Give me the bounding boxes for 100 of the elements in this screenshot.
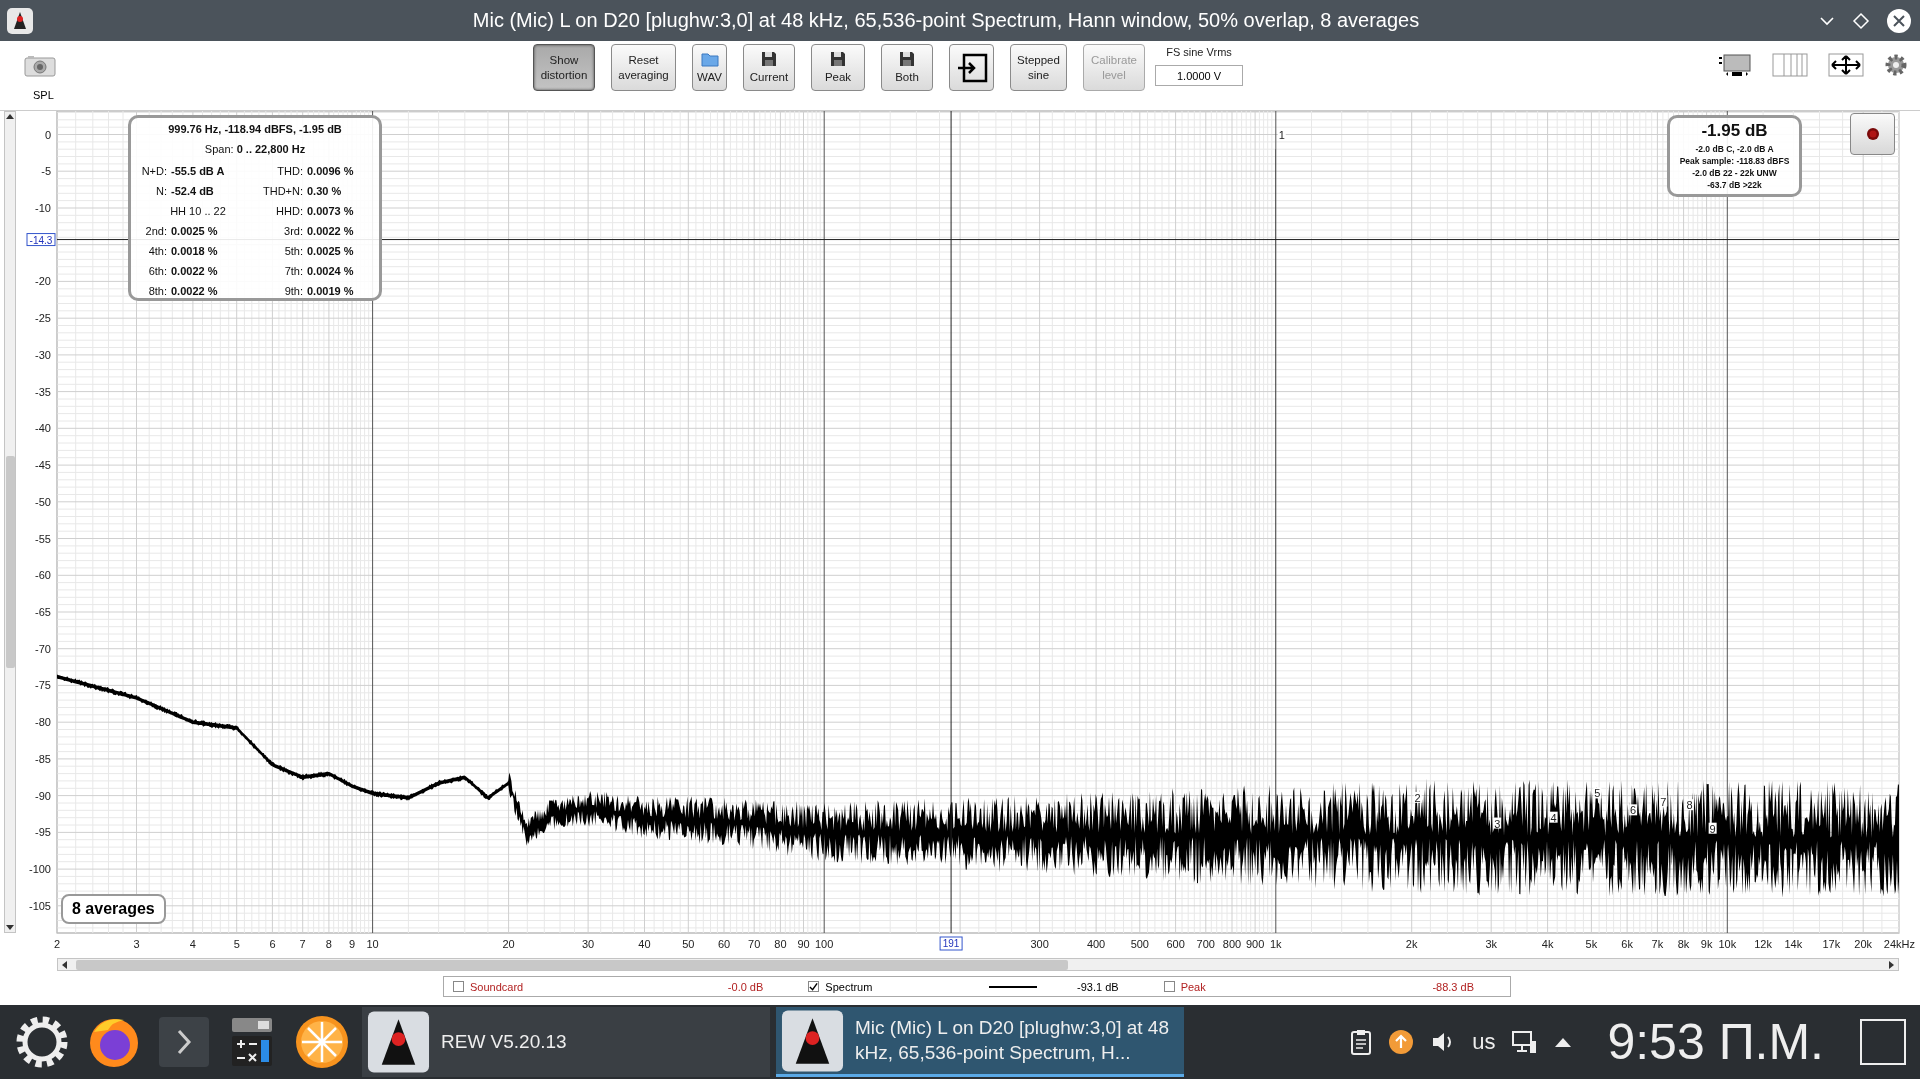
- axis-label: 3k: [1485, 938, 1497, 950]
- camera-icon[interactable]: [24, 55, 56, 77]
- measurement-label: N+D:: [140, 164, 168, 179]
- measurement-label: 5th:: [283, 244, 304, 259]
- record-icon: [1865, 127, 1880, 141]
- measurement-value: 0.0025 %: [307, 244, 355, 259]
- update-icon[interactable]: [1388, 1029, 1415, 1055]
- cursor-readout: 191: [939, 936, 963, 951]
- scrollbar-thumb[interactable]: [76, 959, 1068, 970]
- clock[interactable]: 9:53 П.М.: [1607, 1013, 1824, 1071]
- checkbox[interactable]: [453, 981, 464, 992]
- vertical-scrollbar[interactable]: [4, 111, 16, 933]
- measurement-value: 0.0096 %: [307, 164, 355, 179]
- measurement-value: 0.0073 %: [307, 204, 355, 219]
- checkbox[interactable]: [808, 981, 820, 992]
- measurement-header: 999.76 Hz, -118.94 dBFS, -1.95 dB: [167, 123, 343, 137]
- measurement-label: 7th:: [283, 264, 304, 279]
- save-icon: [760, 50, 778, 69]
- measurement-label: THD+N:: [261, 184, 304, 199]
- import-button[interactable]: [949, 44, 994, 91]
- layout-icon[interactable]: [1718, 52, 1752, 78]
- close-icon[interactable]: [1886, 7, 1912, 34]
- axis-label: -35: [35, 385, 51, 398]
- axis-label: 4k: [1541, 938, 1554, 950]
- harmonic-label: 9: [1708, 822, 1717, 835]
- expand-icon[interactable]: [1828, 52, 1864, 78]
- toolbar-button[interactable]: Stepped sine: [1010, 44, 1067, 91]
- axis-label: 50: [682, 938, 695, 950]
- horizontal-scrollbar[interactable]: [57, 958, 1899, 971]
- trace-name: Soundcard: [470, 980, 524, 993]
- axis-label: 0: [44, 128, 51, 141]
- axis-label: 1k: [1269, 938, 1282, 950]
- axis-label: 20k: [1854, 938, 1873, 950]
- axis-label: 24kHz: [1883, 938, 1915, 950]
- record-button[interactable]: [1850, 113, 1895, 155]
- axis-label: 60: [717, 938, 731, 950]
- maximize-icon[interactable]: [1852, 11, 1870, 30]
- terminal-icon[interactable]: [156, 1014, 212, 1070]
- axis-label: 8: [325, 938, 332, 950]
- measurement-value: 0.0019 %: [307, 284, 355, 299]
- toolbar-button[interactable]: WAV: [692, 44, 727, 91]
- axis-label: 90: [797, 938, 810, 950]
- cursor-readout: -14.3: [26, 233, 56, 247]
- axis-label: -80: [35, 716, 51, 729]
- settings-icon[interactable]: [1884, 53, 1908, 77]
- axis-label: 5: [233, 938, 240, 950]
- axis-label: 5k: [1585, 938, 1598, 950]
- measurement-label: 6th:: [147, 264, 168, 279]
- axis-label: -65: [35, 606, 51, 618]
- clipboard-icon[interactable]: [1350, 1029, 1373, 1055]
- trace-name: Peak: [1180, 980, 1206, 993]
- axis-label: 500: [1130, 938, 1149, 950]
- axis-label: -85: [35, 752, 51, 765]
- axis-label: 900: [1245, 938, 1265, 950]
- voltage-field[interactable]: 1.0000 V: [1155, 65, 1243, 86]
- save-icon: [829, 50, 847, 69]
- task-button[interactable]: Mic (Mic) L on D20 [plughw:3,0] at 48 kHz, 65,536-point Spectrum, H...: [776, 1007, 1184, 1077]
- axis-label: -45: [35, 459, 51, 472]
- axis-label: -90: [35, 789, 51, 802]
- toolbar-button[interactable]: Show distortion: [533, 44, 595, 91]
- harmonic-label: 3: [1493, 817, 1502, 830]
- axis-label: -100: [28, 863, 51, 876]
- axis-label: -105: [28, 899, 51, 912]
- task-button[interactable]: REW V5.20.13: [362, 1007, 770, 1077]
- axis-title: SPL: [33, 89, 55, 101]
- measurement-label: 8th:: [147, 284, 168, 299]
- axis-label: 7: [299, 938, 306, 950]
- level-detail: -63.7 dB >22k: [1706, 179, 1763, 191]
- axis-label: 40: [638, 938, 651, 950]
- axis-label: 14k: [1784, 938, 1803, 950]
- axis-label: -25: [35, 312, 51, 325]
- checkbox[interactable]: [1163, 981, 1175, 992]
- level-detail: -2.0 dB C, -2.0 dB A: [1694, 143, 1775, 155]
- toolbar-button[interactable]: Both: [881, 44, 933, 91]
- level-detail: -2.0 dB 22 - 22k UNW: [1691, 167, 1778, 179]
- scroll-down-icon[interactable]: [5, 924, 15, 932]
- measurement-label: HH 10 .. 22: [169, 204, 227, 219]
- measurement-label: THD:: [276, 164, 304, 179]
- axis-label: 6k: [1621, 938, 1633, 950]
- toolbar-button[interactable]: Reset averaging: [611, 44, 676, 91]
- axis-label: 700: [1196, 938, 1215, 950]
- app-icon: [6, 6, 34, 35]
- cursor-line[interactable]: [950, 111, 952, 934]
- harmonic-label: 5: [1593, 787, 1602, 800]
- measurement-value: 0.30 %: [307, 184, 343, 199]
- import-icon: [955, 52, 988, 83]
- show-desktop-icon[interactable]: [1858, 1017, 1908, 1067]
- network-icon[interactable]: [1511, 1029, 1538, 1055]
- toolbar-button[interactable]: Current: [743, 44, 795, 91]
- axis-label: -20: [35, 275, 51, 288]
- keyboard-layout[interactable]: us: [1472, 1029, 1496, 1055]
- averages-badge: 8 averages: [61, 894, 166, 924]
- axis-label: -55: [35, 532, 51, 545]
- toolbar-button[interactable]: Peak: [811, 44, 865, 91]
- measurement-value: 0.0025 %: [171, 224, 219, 239]
- scroll-left-icon[interactable]: [60, 959, 68, 970]
- level-reading: -1.95 dB: [1700, 121, 1769, 141]
- folder-icon: [700, 50, 719, 68]
- scrollbar-thumb[interactable]: [5, 456, 15, 668]
- scroll-right-icon[interactable]: [1888, 959, 1896, 970]
